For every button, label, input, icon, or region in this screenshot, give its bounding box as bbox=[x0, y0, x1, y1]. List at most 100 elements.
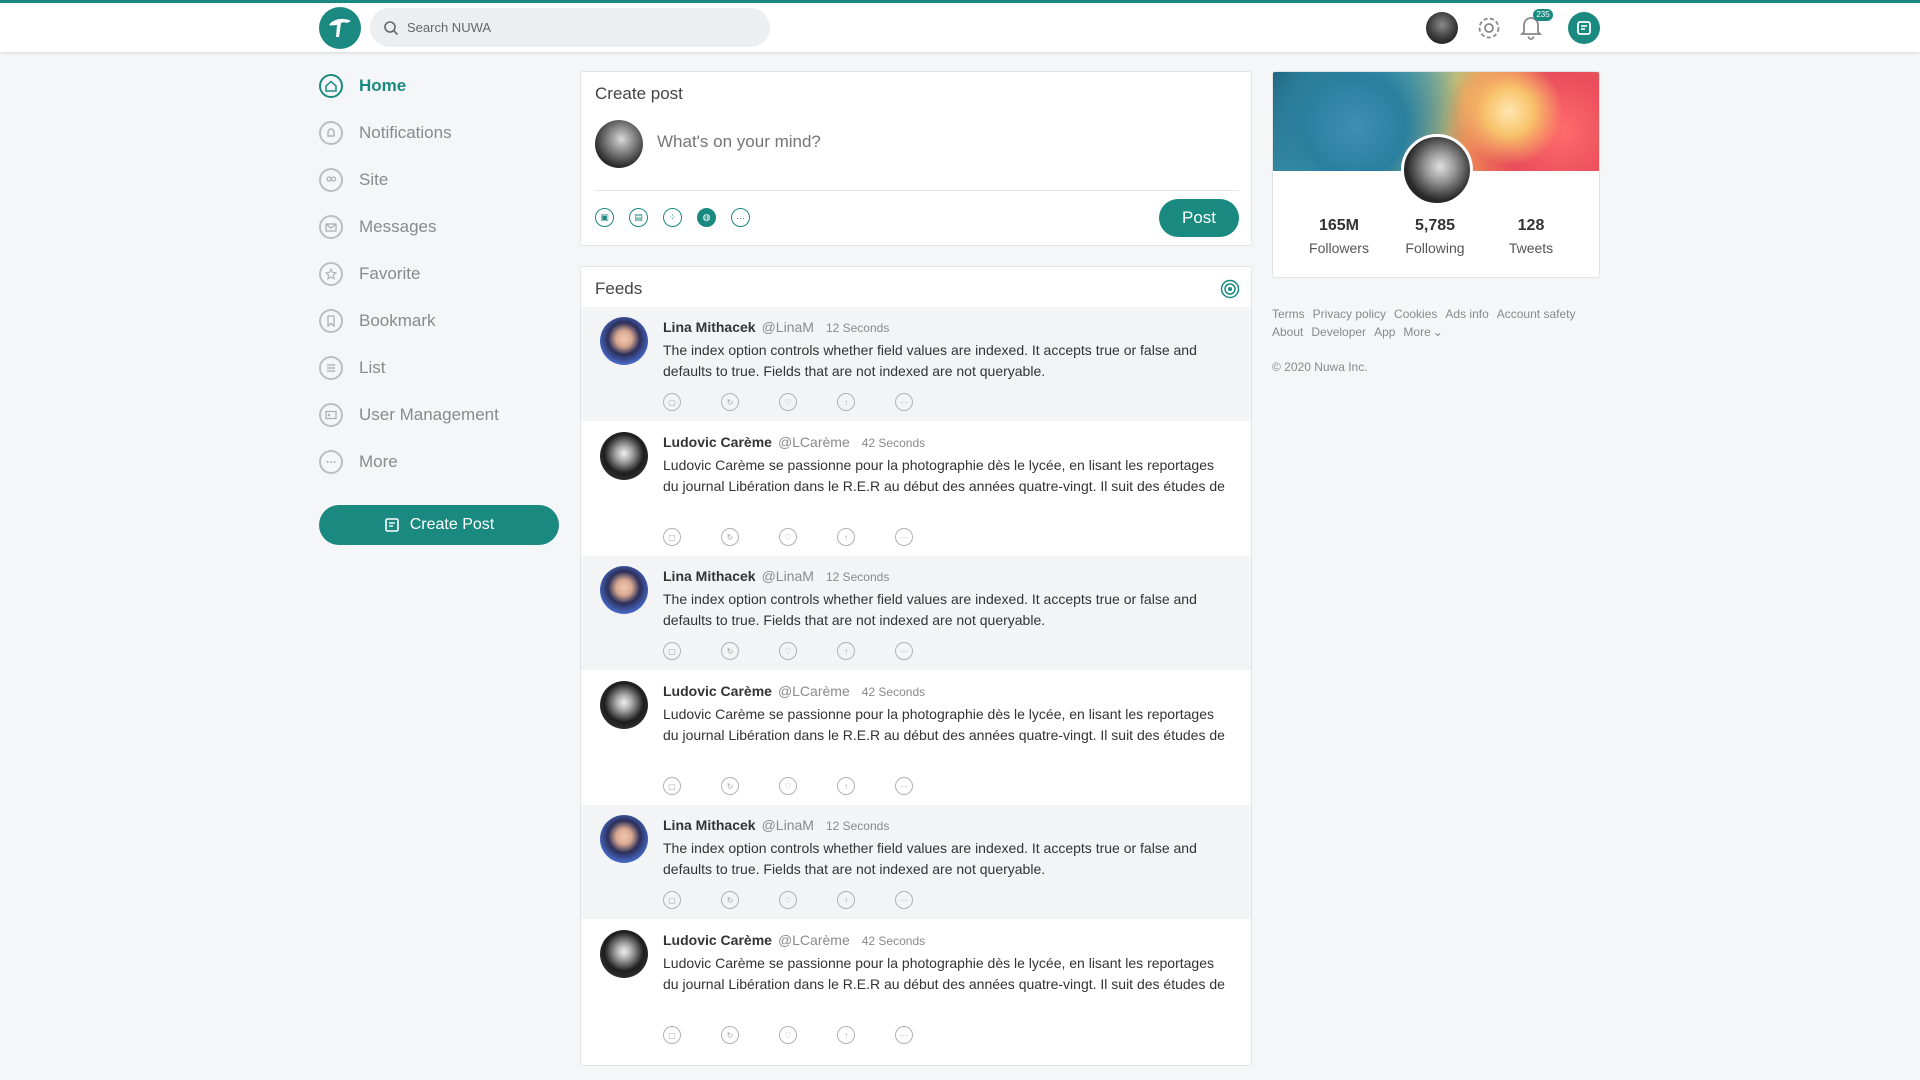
feed-item[interactable]: Ludovic Carème @LCarème 42 Seconds Ludovic… bbox=[581, 671, 1251, 805]
settings-gear-icon[interactable] bbox=[1476, 15, 1502, 41]
author-handle[interactable]: @LCarème bbox=[778, 434, 850, 450]
more-dots-icon[interactable]: ··· bbox=[895, 528, 913, 546]
retweet-icon[interactable]: ↻ bbox=[721, 642, 739, 660]
more-dots-icon[interactable]: ··· bbox=[731, 208, 750, 227]
post-text: Ludovic Carème se passionne pour la phot… bbox=[663, 457, 1225, 494]
retweet-icon[interactable]: ↻ bbox=[721, 393, 739, 411]
gallery-icon[interactable]: ▤ bbox=[629, 208, 648, 227]
more-dots-icon[interactable]: ··· bbox=[895, 1026, 913, 1044]
search-input[interactable]: Search NUWA bbox=[407, 20, 491, 35]
author-name[interactable]: Ludovic Carème bbox=[663, 683, 772, 699]
globe-icon[interactable]: ◍ bbox=[697, 208, 716, 227]
footer-link-more-label: More bbox=[1403, 325, 1431, 339]
author-name[interactable]: Lina Mithacek bbox=[663, 568, 756, 584]
tweets-stat[interactable]: 128 Tweets bbox=[1483, 217, 1579, 256]
sidebar-item-label: Bookmark bbox=[359, 310, 436, 330]
more-dots-icon[interactable]: ··· bbox=[895, 777, 913, 795]
search-bar[interactable]: Search NUWA bbox=[370, 8, 770, 47]
followers-stat[interactable]: 165M Followers bbox=[1291, 217, 1387, 256]
share-icon[interactable]: ↑ bbox=[837, 528, 855, 546]
compose-icon[interactable] bbox=[1568, 12, 1600, 44]
share-icon[interactable]: ↑ bbox=[837, 777, 855, 795]
avatar[interactable] bbox=[600, 815, 648, 863]
nuwa-logo-icon[interactable] bbox=[319, 7, 361, 49]
feed-settings-icon[interactable] bbox=[1220, 279, 1240, 299]
footer-link-privacy[interactable]: Privacy policy bbox=[1313, 307, 1386, 321]
comment-icon[interactable]: ▢ bbox=[663, 642, 681, 660]
share-icon[interactable]: ↑ bbox=[837, 393, 855, 411]
comment-icon[interactable]: ▢ bbox=[663, 528, 681, 546]
post-time: 12 Seconds bbox=[825, 321, 890, 335]
footer-link-ads-info[interactable]: Ads info bbox=[1445, 307, 1488, 321]
author-name[interactable]: Lina Mithacek bbox=[663, 319, 756, 335]
sidebar-item-site[interactable]: Site bbox=[319, 156, 559, 203]
feed-item[interactable]: Ludovic Carème @LCarème 42 Seconds Ludovic… bbox=[581, 920, 1251, 1054]
post-text: Ludovic Carème se passionne pour la phot… bbox=[663, 706, 1225, 743]
more-dots-icon[interactable]: ··· bbox=[895, 642, 913, 660]
share-icon[interactable]: ↑ bbox=[837, 642, 855, 660]
post-text: The index option controls whether field … bbox=[663, 591, 1197, 628]
more-dots-icon[interactable]: ··· bbox=[895, 393, 913, 411]
comment-icon[interactable]: ▢ bbox=[663, 777, 681, 795]
author-handle[interactable]: @LinaM bbox=[762, 817, 814, 833]
feeds-card: Feeds Lina Mithacek @LinaM 12 Seconds The … bbox=[580, 266, 1252, 1066]
copyright: © 2020 Nuwa Inc. bbox=[1272, 360, 1368, 374]
feed-item[interactable]: Ludovic Carème @LCarème 42 Seconds Ludovic… bbox=[581, 422, 1251, 556]
footer-link-terms[interactable]: Terms bbox=[1272, 307, 1305, 321]
heart-icon[interactable]: ♡ bbox=[779, 777, 797, 795]
create-post-button[interactable]: Create Post bbox=[319, 505, 559, 545]
more-dots-icon[interactable]: ··· bbox=[895, 891, 913, 909]
avatar[interactable] bbox=[600, 681, 648, 729]
author-handle[interactable]: @LCarème bbox=[778, 932, 850, 948]
sidebar-item-favorite[interactable]: Favorite bbox=[319, 250, 559, 297]
sidebar-item-notifications[interactable]: Notifications bbox=[319, 109, 559, 156]
retweet-icon[interactable]: ↻ bbox=[721, 1026, 739, 1044]
heart-icon[interactable]: ♡ bbox=[779, 1026, 797, 1044]
author-handle[interactable]: @LCarème bbox=[778, 683, 850, 699]
list-icon bbox=[319, 355, 343, 380]
footer-link-developer[interactable]: Developer bbox=[1311, 325, 1366, 339]
footer-link-app[interactable]: App bbox=[1374, 325, 1395, 339]
author-name[interactable]: Ludovic Carème bbox=[663, 932, 772, 948]
heart-icon[interactable]: ♡ bbox=[779, 891, 797, 909]
avatar[interactable] bbox=[600, 317, 648, 365]
sidebar-item-user-management[interactable]: User Management bbox=[319, 391, 559, 438]
sidebar-item-bookmark[interactable]: Bookmark bbox=[319, 297, 559, 344]
heart-icon[interactable]: ♡ bbox=[779, 393, 797, 411]
sidebar-item-home[interactable]: Home bbox=[319, 62, 559, 109]
share-icon[interactable]: ↑ bbox=[837, 891, 855, 909]
feed-item[interactable]: Lina Mithacek @LinaM 12 Seconds The index … bbox=[581, 556, 1251, 671]
footer-link-account-safety[interactable]: Account safety bbox=[1497, 307, 1576, 321]
feed-item[interactable]: Lina Mithacek @LinaM 12 Seconds The index … bbox=[581, 307, 1251, 422]
comment-icon[interactable]: ▢ bbox=[663, 1026, 681, 1044]
following-stat[interactable]: 5,785 Following bbox=[1387, 217, 1483, 256]
heart-icon[interactable]: ♡ bbox=[779, 642, 797, 660]
retweet-icon[interactable]: ↻ bbox=[721, 891, 739, 909]
avatar[interactable] bbox=[600, 566, 648, 614]
retweet-icon[interactable]: ↻ bbox=[721, 528, 739, 546]
author-handle[interactable]: @LinaM bbox=[762, 319, 814, 335]
retweet-icon[interactable]: ↻ bbox=[721, 777, 739, 795]
author-name[interactable]: Ludovic Carème bbox=[663, 434, 772, 450]
post-button[interactable]: Post bbox=[1159, 199, 1239, 237]
author-name[interactable]: Lina Mithacek bbox=[663, 817, 756, 833]
comment-icon[interactable]: ▢ bbox=[663, 393, 681, 411]
avatar[interactable] bbox=[600, 432, 648, 480]
sidebar-item-messages[interactable]: Messages bbox=[319, 203, 559, 250]
image-icon[interactable]: ▣ bbox=[595, 208, 614, 227]
heart-icon[interactable]: ♡ bbox=[779, 528, 797, 546]
user-avatar[interactable] bbox=[1426, 12, 1458, 44]
comment-icon[interactable]: ▢ bbox=[663, 891, 681, 909]
footer-link-more[interactable]: More ⌄ bbox=[1403, 325, 1450, 339]
avatar[interactable] bbox=[600, 930, 648, 978]
sidebar-item-more[interactable]: More bbox=[319, 438, 559, 485]
feed-item[interactable]: Lina Mithacek @LinaM 12 Seconds The index … bbox=[581, 805, 1251, 920]
profile-avatar[interactable] bbox=[1401, 134, 1473, 206]
share-icon[interactable]: ↑ bbox=[837, 1026, 855, 1044]
grid-icon[interactable]: ⁘ bbox=[663, 208, 682, 227]
author-handle[interactable]: @LinaM bbox=[762, 568, 814, 584]
footer-link-about[interactable]: About bbox=[1272, 325, 1303, 339]
sidebar-item-list[interactable]: List bbox=[319, 344, 559, 391]
footer-link-cookies[interactable]: Cookies bbox=[1394, 307, 1437, 321]
post-text-input[interactable] bbox=[657, 132, 1157, 152]
